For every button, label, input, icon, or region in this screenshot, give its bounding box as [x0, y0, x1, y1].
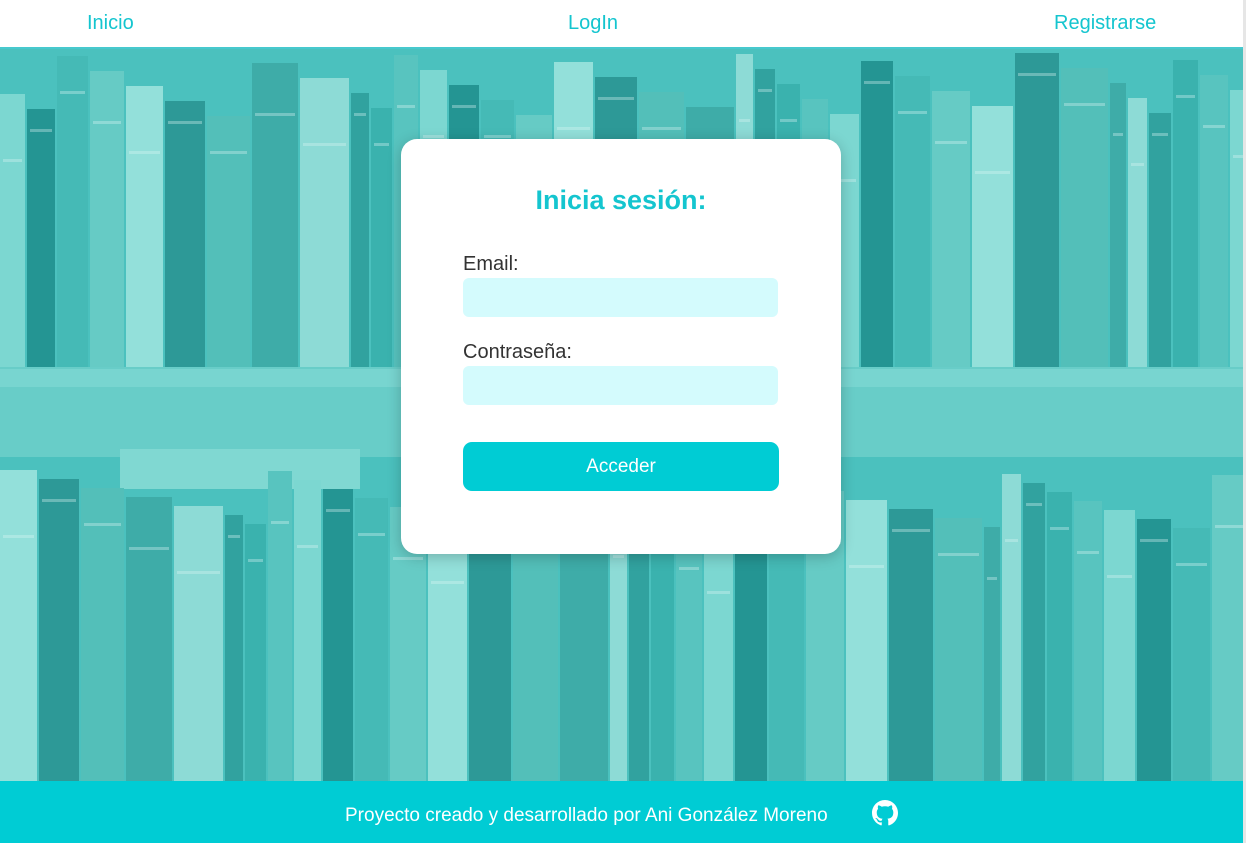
github-icon[interactable]	[872, 800, 898, 826]
top-nav: Inicio LogIn Registrarse	[0, 0, 1243, 49]
login-title: Inicia sesión:	[535, 185, 707, 215]
nav-link-inicio[interactable]: Inicio	[87, 11, 134, 35]
login-card: Inicia sesión: Email: Contraseña: Accede…	[401, 139, 841, 554]
password-field[interactable]	[463, 366, 778, 405]
footer-credit: Proyecto creado y desarrollado por Ani G…	[345, 805, 828, 826]
footer: Proyecto creado y desarrollado por Ani G…	[0, 781, 1243, 843]
email-field[interactable]	[463, 278, 778, 317]
acceder-button[interactable]: Acceder	[463, 442, 779, 491]
email-label: Email:	[463, 253, 519, 275]
password-label: Contraseña:	[463, 341, 572, 363]
nav-link-registrarse[interactable]: Registrarse	[1054, 11, 1156, 35]
nav-link-login[interactable]: LogIn	[568, 11, 618, 35]
